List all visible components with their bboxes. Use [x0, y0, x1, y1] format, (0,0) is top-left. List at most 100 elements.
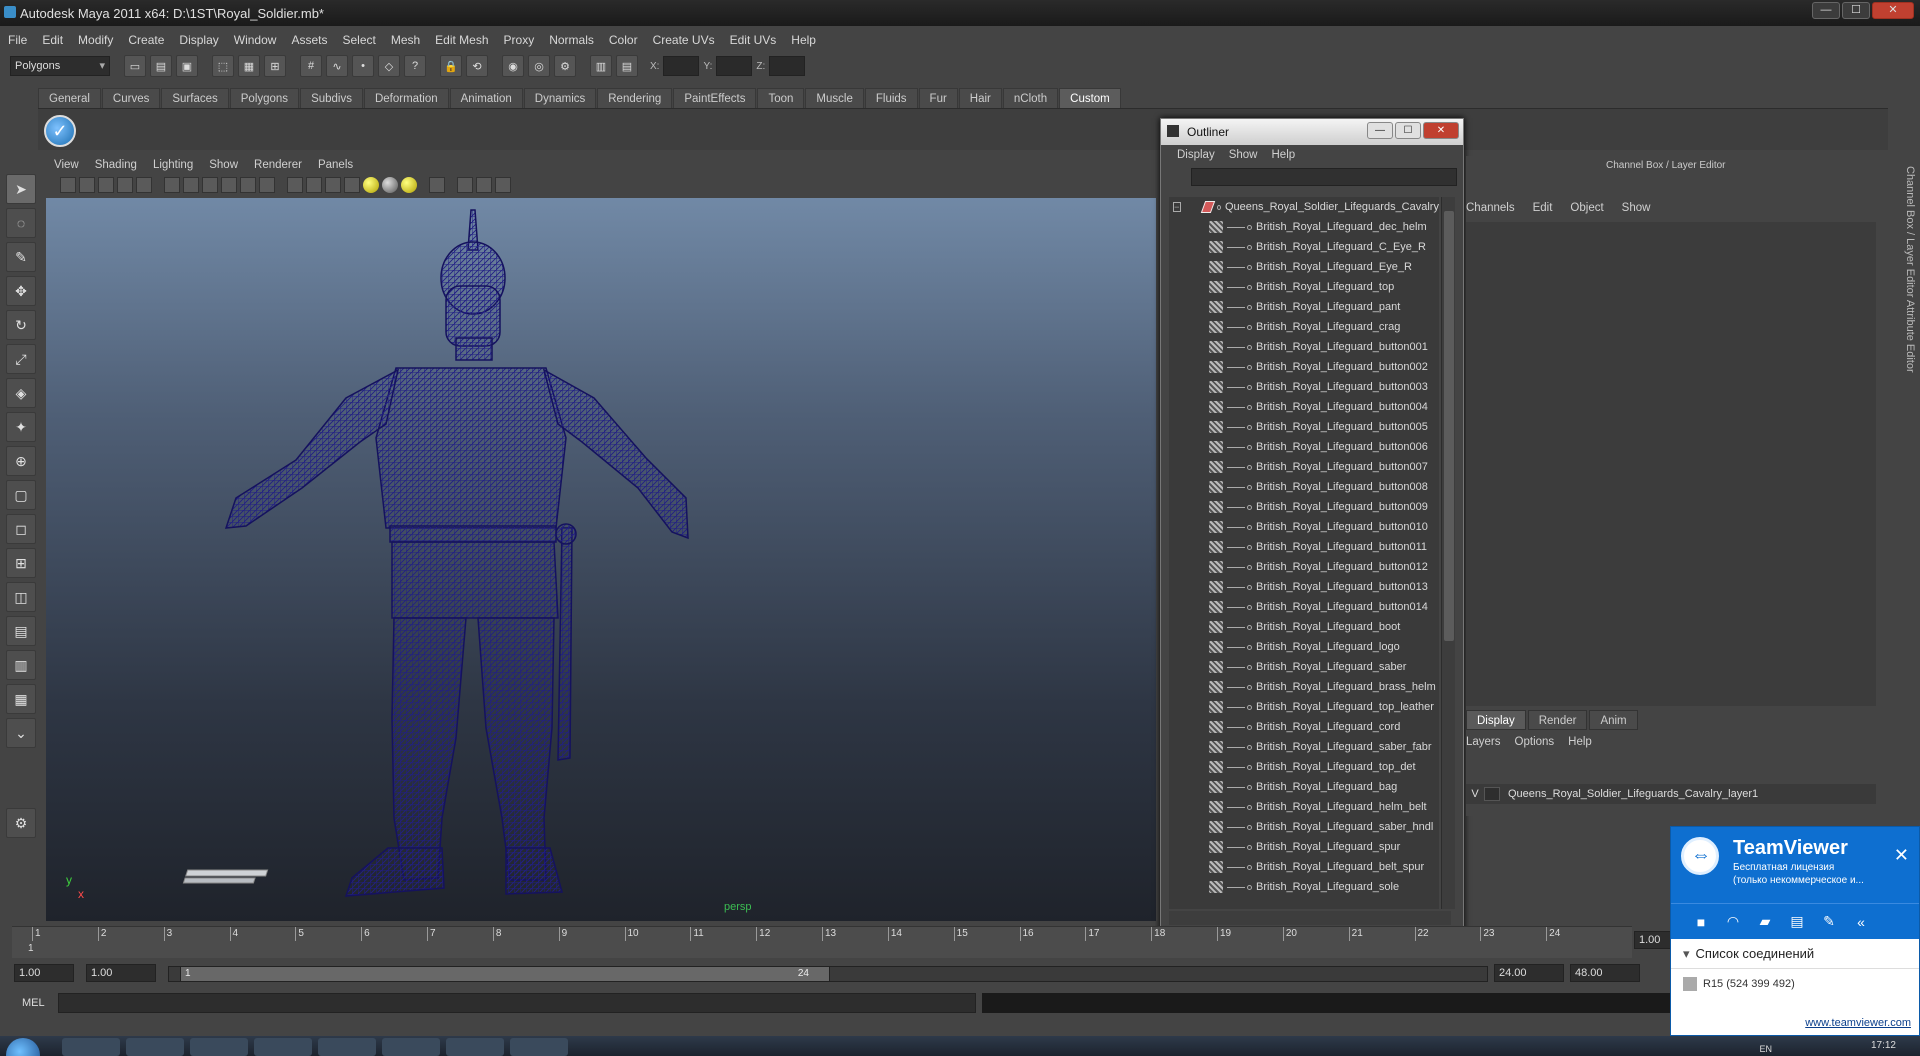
snap-point-icon[interactable]: •	[352, 55, 374, 77]
grid-toggle-icon[interactable]	[136, 177, 152, 193]
paint-select-tool-icon[interactable]: ✎	[6, 242, 36, 272]
gate-mask-icon[interactable]	[202, 177, 218, 193]
outliner-item[interactable]: British_Royal_Lifeguard_cord	[1169, 717, 1439, 737]
outliner-item[interactable]: British_Royal_Lifeguard_crag	[1169, 317, 1439, 337]
layer-menu-layers[interactable]: Layers	[1466, 736, 1501, 748]
shelf-tab-painteffects[interactable]: PaintEffects	[673, 88, 757, 108]
outliner-item[interactable]: British_Royal_Lifeguard_pant	[1169, 297, 1439, 317]
xray-joints-icon[interactable]	[476, 177, 492, 193]
layer-tab-render[interactable]: Render	[1527, 710, 1588, 730]
outliner-titlebar[interactable]: Outliner — ☐ ✕	[1161, 119, 1463, 145]
layer-tab-display[interactable]: Display	[1466, 710, 1526, 730]
menu-edit-mesh[interactable]: Edit Mesh	[435, 33, 488, 47]
outliner-item[interactable]: British_Royal_Lifeguard_button012	[1169, 557, 1439, 577]
shelf-tab-muscle[interactable]: Muscle	[805, 88, 864, 108]
outliner-item[interactable]: British_Royal_Lifeguard_top_det	[1169, 757, 1439, 777]
outliner-item[interactable]: British_Royal_Lifeguard_button001	[1169, 337, 1439, 357]
menu-edit[interactable]: Edit	[42, 33, 63, 47]
open-scene-icon[interactable]: ▤	[150, 55, 172, 77]
select-object-icon[interactable]: ▦	[238, 55, 260, 77]
hypershade-layout-icon[interactable]: ▥	[6, 650, 36, 680]
shelf-tab-dynamics[interactable]: Dynamics	[523, 88, 597, 108]
menu-help[interactable]: Help	[791, 33, 816, 47]
outliner-filter-field[interactable]	[1191, 168, 1457, 186]
connection-list-header[interactable]: ▾ Список соединений	[1671, 939, 1919, 969]
outliner-item[interactable]: British_Royal_Lifeguard_spur	[1169, 837, 1439, 857]
shelf-tab-custom[interactable]: Custom	[1059, 88, 1121, 108]
shelf-tab-surfaces[interactable]: Surfaces	[161, 88, 229, 108]
custom-shelf-button-check-icon[interactable]: ✓	[44, 115, 76, 147]
select-component-icon[interactable]: ⊞	[264, 55, 286, 77]
collapse-icon[interactable]: −	[1173, 202, 1181, 212]
menu-display[interactable]: Display	[179, 33, 218, 47]
snap-grid-icon[interactable]: #	[300, 55, 322, 77]
image-plane-icon[interactable]	[117, 177, 133, 193]
shelf-tab-subdivs[interactable]: Subdivs	[300, 88, 363, 108]
minimize-button[interactable]: —	[1812, 2, 1840, 19]
end-time-field[interactable]: 48.00	[1570, 964, 1640, 982]
layer-visibility-toggle[interactable]: V	[1466, 788, 1484, 800]
persp-uv-layout-icon[interactable]: ▦	[6, 684, 36, 714]
shadows-icon[interactable]	[382, 177, 398, 193]
language-indicator[interactable]: EN	[1759, 1044, 1772, 1054]
snap-curve-icon[interactable]: ∿	[326, 55, 348, 77]
outliner-menu-display[interactable]: Display	[1177, 149, 1215, 161]
film-gate-icon[interactable]	[164, 177, 180, 193]
outliner-menu-help[interactable]: Help	[1272, 149, 1296, 161]
render-settings-icon[interactable]: ⚙	[554, 55, 576, 77]
outliner-item[interactable]: British_Royal_Lifeguard_button008	[1169, 477, 1439, 497]
outliner-item[interactable]: British_Royal_Lifeguard_button013	[1169, 577, 1439, 597]
outliner-maximize-button[interactable]: ☐	[1395, 122, 1421, 139]
channelbox-menu-channels[interactable]: Channels	[1466, 202, 1515, 214]
outliner-item[interactable]: British_Royal_Lifeguard_button004	[1169, 397, 1439, 417]
menu-proxy[interactable]: Proxy	[504, 33, 535, 47]
headset-icon[interactable]: ◠	[1721, 913, 1745, 930]
file-transfer-icon[interactable]: ▤	[1785, 913, 1809, 930]
outliner-minimize-button[interactable]: —	[1367, 122, 1393, 139]
taskbar-explorer-icon[interactable]	[382, 1038, 440, 1056]
menu-assets[interactable]: Assets	[291, 33, 327, 47]
textured-icon[interactable]	[344, 177, 360, 193]
viewport-menu-renderer[interactable]: Renderer	[254, 159, 302, 171]
z-field[interactable]	[769, 56, 806, 76]
side-tabs[interactable]: Channel Box / Layer Editor Attribute Edi…	[1896, 166, 1916, 416]
soft-mod-tool-icon[interactable]: ✦	[6, 412, 36, 442]
chat-icon[interactable]: ▰	[1753, 913, 1777, 930]
lock-icon[interactable]: 🔒	[440, 55, 462, 77]
move-tool-icon[interactable]: ✥	[6, 276, 36, 306]
menu-modify[interactable]: Modify	[78, 33, 113, 47]
collapse-icon[interactable]: «	[1849, 914, 1873, 930]
menu-create-uvs[interactable]: Create UVs	[653, 33, 715, 47]
outliner-horizontal-scrollbar[interactable]	[1169, 911, 1451, 925]
wireframe-on-shaded-icon[interactable]	[325, 177, 341, 193]
layout-options-icon[interactable]: ⌄	[6, 718, 36, 748]
tools-icon[interactable]: ✎	[1817, 913, 1841, 930]
taskbar-maya-icon[interactable]	[318, 1038, 376, 1056]
outliner-item[interactable]: British_Royal_Lifeguard_sole	[1169, 877, 1439, 897]
range-thumb[interactable]: 1 24	[180, 966, 830, 982]
outliner-item[interactable]: British_Royal_Lifeguard_logo	[1169, 637, 1439, 657]
outliner-item[interactable]: British_Royal_Lifeguard_button014	[1169, 597, 1439, 617]
taskbar-teamviewer-icon[interactable]	[446, 1038, 504, 1056]
mel-input[interactable]	[57, 993, 976, 1013]
shelf-tab-fur[interactable]: Fur	[918, 88, 958, 108]
taskbar-yandex-icon[interactable]	[190, 1038, 248, 1056]
layer-type-toggle[interactable]	[1484, 787, 1500, 801]
toggle-panel-icon[interactable]: ▥	[590, 55, 612, 77]
manipulator-tool-icon[interactable]: ◈	[6, 378, 36, 408]
shelf-tab-polygons[interactable]: Polygons	[229, 88, 300, 108]
shelf-tab-deformation[interactable]: Deformation	[363, 88, 449, 108]
show-manipulator-icon[interactable]: ⊕	[6, 446, 36, 476]
wireframe-icon[interactable]	[287, 177, 303, 193]
viewport-menu-show[interactable]: Show	[209, 159, 238, 171]
mel-label[interactable]: MEL	[10, 997, 58, 1009]
outliner-item[interactable]: British_Royal_Lifeguard_button010	[1169, 517, 1439, 537]
channelbox-menu-show[interactable]: Show	[1622, 202, 1651, 214]
layer-menu-options[interactable]: Options	[1515, 736, 1555, 748]
video-icon[interactable]: ■	[1689, 914, 1713, 930]
render-frame-icon[interactable]: ◉	[502, 55, 524, 77]
outliner-root-row[interactable]: − Queens_Royal_Soldier_Lifeguards_Cavalr…	[1169, 197, 1439, 217]
menu-mesh[interactable]: Mesh	[391, 33, 420, 47]
teamviewer-website-link[interactable]: www.teamviewer.com	[1805, 1017, 1911, 1029]
select-tool-icon[interactable]: ➤	[6, 174, 36, 204]
